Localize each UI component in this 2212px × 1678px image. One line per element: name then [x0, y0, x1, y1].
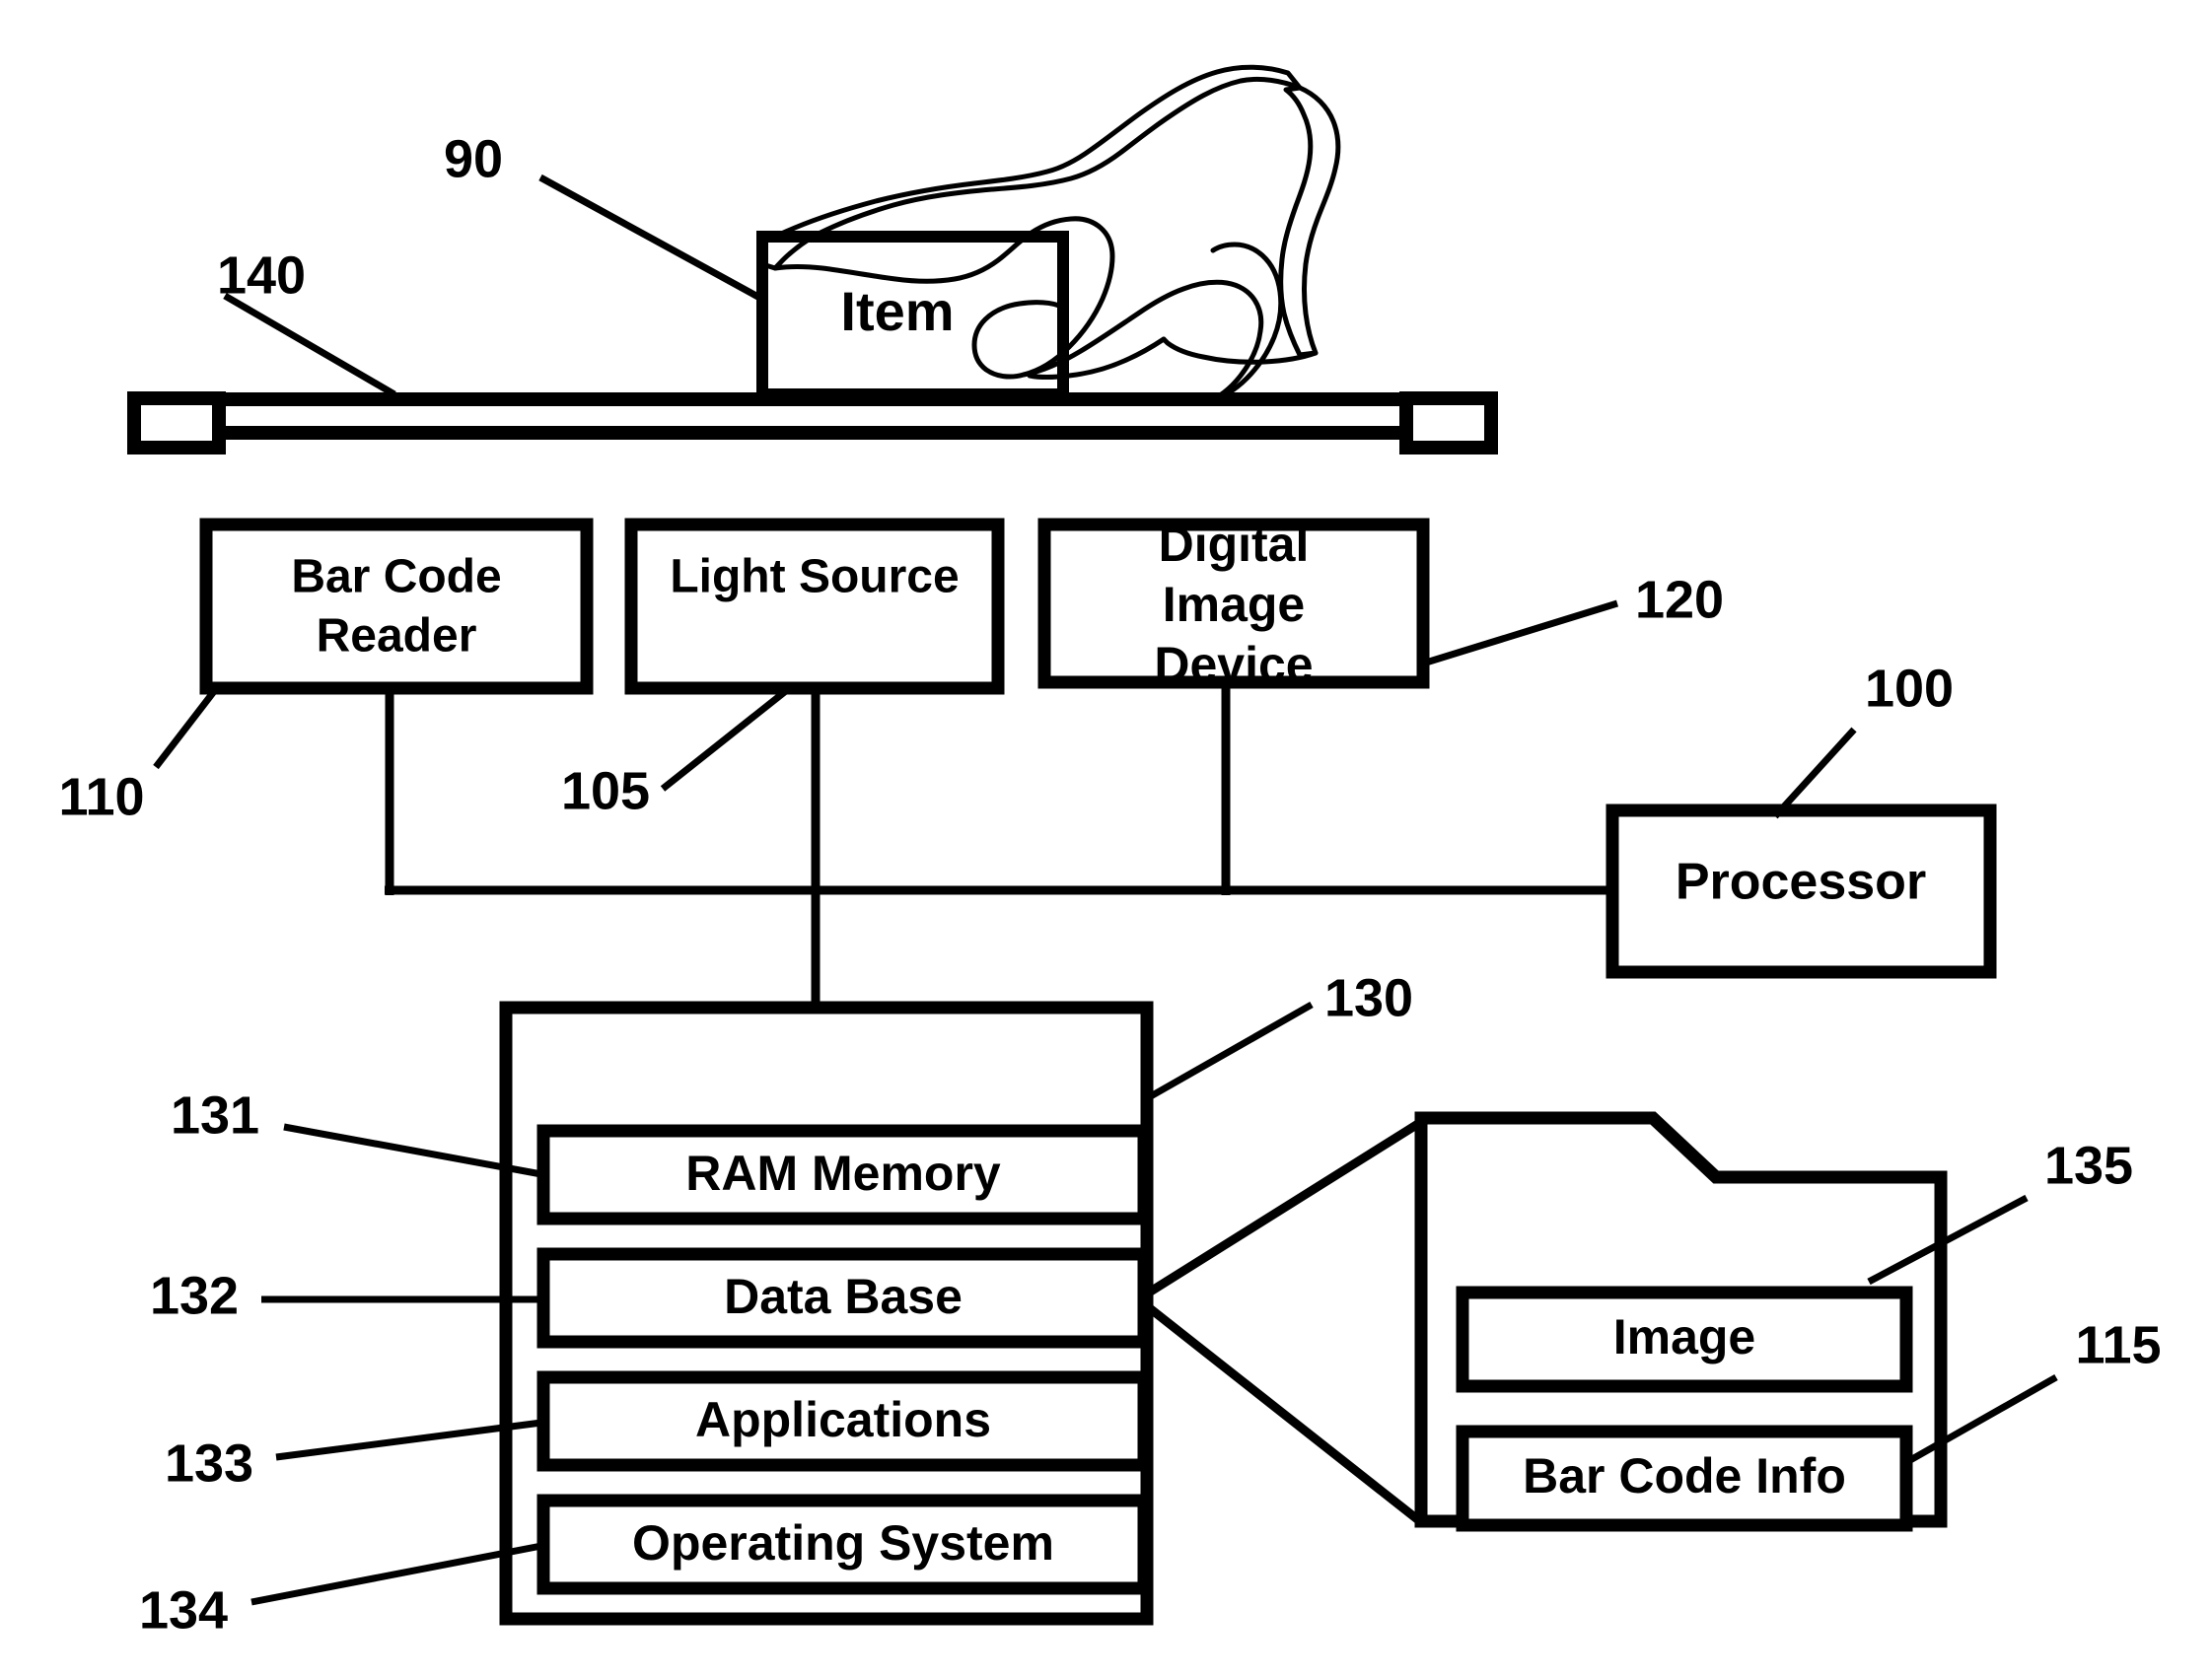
- record-item-label-image: Image: [1613, 1309, 1756, 1364]
- hand-back-outline: [1278, 85, 1341, 358]
- ref-num-100: 100: [1865, 659, 1954, 718]
- light-source-group: Light Source: [624, 518, 1005, 695]
- fanout-line-upper: [1138, 1118, 1424, 1301]
- ref-num-120: 120: [1635, 570, 1724, 629]
- conveyor-bottom-rail: [212, 426, 1413, 440]
- bar-code-reader-label-line1: Bar Code: [291, 551, 501, 603]
- bar-code-reader-box[interactable]: [199, 518, 594, 695]
- bus-wiring: [385, 682, 1617, 1015]
- bar-code-reader-label-line2: Reader: [317, 610, 477, 663]
- fanout-line-lower: [1138, 1297, 1424, 1526]
- leader-line-110: [153, 687, 218, 770]
- digital-image-device-label-line1: Digital: [1159, 517, 1310, 572]
- leader-line-120: [1424, 599, 1619, 666]
- memory-item-label-operating-system: Operating System: [632, 1515, 1054, 1571]
- item-label: Item: [840, 280, 954, 342]
- patent-figure: Item 90 140 Bar Code Reader 110 Light So…: [0, 0, 2212, 1678]
- record-folder-group: Image Bar Code Info: [1414, 1111, 1948, 1532]
- digital-image-device-group: Digital Image Device: [1037, 517, 1430, 692]
- leader-line-130: [1147, 1001, 1314, 1101]
- memory-item-label-applications: Applications: [695, 1392, 991, 1447]
- light-source-box[interactable]: [624, 518, 1005, 695]
- digital-image-device-label-line3: Device: [1154, 637, 1313, 692]
- leader-line-134: [250, 1542, 542, 1606]
- ref-num-131: 131: [171, 1085, 259, 1145]
- conveyor-assembly: [127, 391, 1498, 454]
- light-source-label: Light Source: [670, 551, 959, 603]
- ref-num-132: 132: [150, 1266, 239, 1325]
- bar-code-reader-group: Bar Code Reader: [199, 518, 594, 695]
- ref-num-135: 135: [2044, 1136, 2133, 1195]
- figure-canvas: Item 90 140 Bar Code Reader 110 Light So…: [58, 64, 2162, 1640]
- processor-group: Processor: [1605, 804, 1997, 979]
- conveyor-right-support: [1399, 391, 1498, 454]
- leader-line-105: [660, 687, 790, 792]
- ref-num-90: 90: [444, 129, 503, 188]
- memory-group: RAM Memory Data Base Applications Operat…: [499, 1001, 1154, 1626]
- leader-line-90: [538, 174, 767, 305]
- record-item-label-bar-code-info: Bar Code Info: [1523, 1448, 1846, 1503]
- ref-num-140: 140: [217, 245, 306, 305]
- ref-num-133: 133: [165, 1433, 253, 1493]
- ref-num-130: 130: [1324, 968, 1413, 1027]
- item-box-group: Item: [756, 231, 1069, 400]
- memory-item-label-data-base: Data Base: [724, 1269, 963, 1324]
- conveyor-left-support: [127, 391, 226, 454]
- leader-line-100: [1772, 727, 1857, 819]
- ref-num-110: 110: [58, 767, 144, 826]
- processor-label: Processor: [1676, 854, 1926, 911]
- memory-item-label-ram-memory: RAM Memory: [685, 1146, 1001, 1201]
- ref-num-134: 134: [139, 1580, 228, 1640]
- digital-image-device-label-line2: Image: [1163, 577, 1306, 632]
- database-to-record-connector: [1138, 1118, 1424, 1526]
- ref-num-115: 115: [2075, 1315, 2161, 1374]
- leader-line-140: [223, 292, 396, 398]
- hand-knuckle-outline: [1204, 242, 1284, 405]
- ref-num-105: 105: [561, 761, 650, 820]
